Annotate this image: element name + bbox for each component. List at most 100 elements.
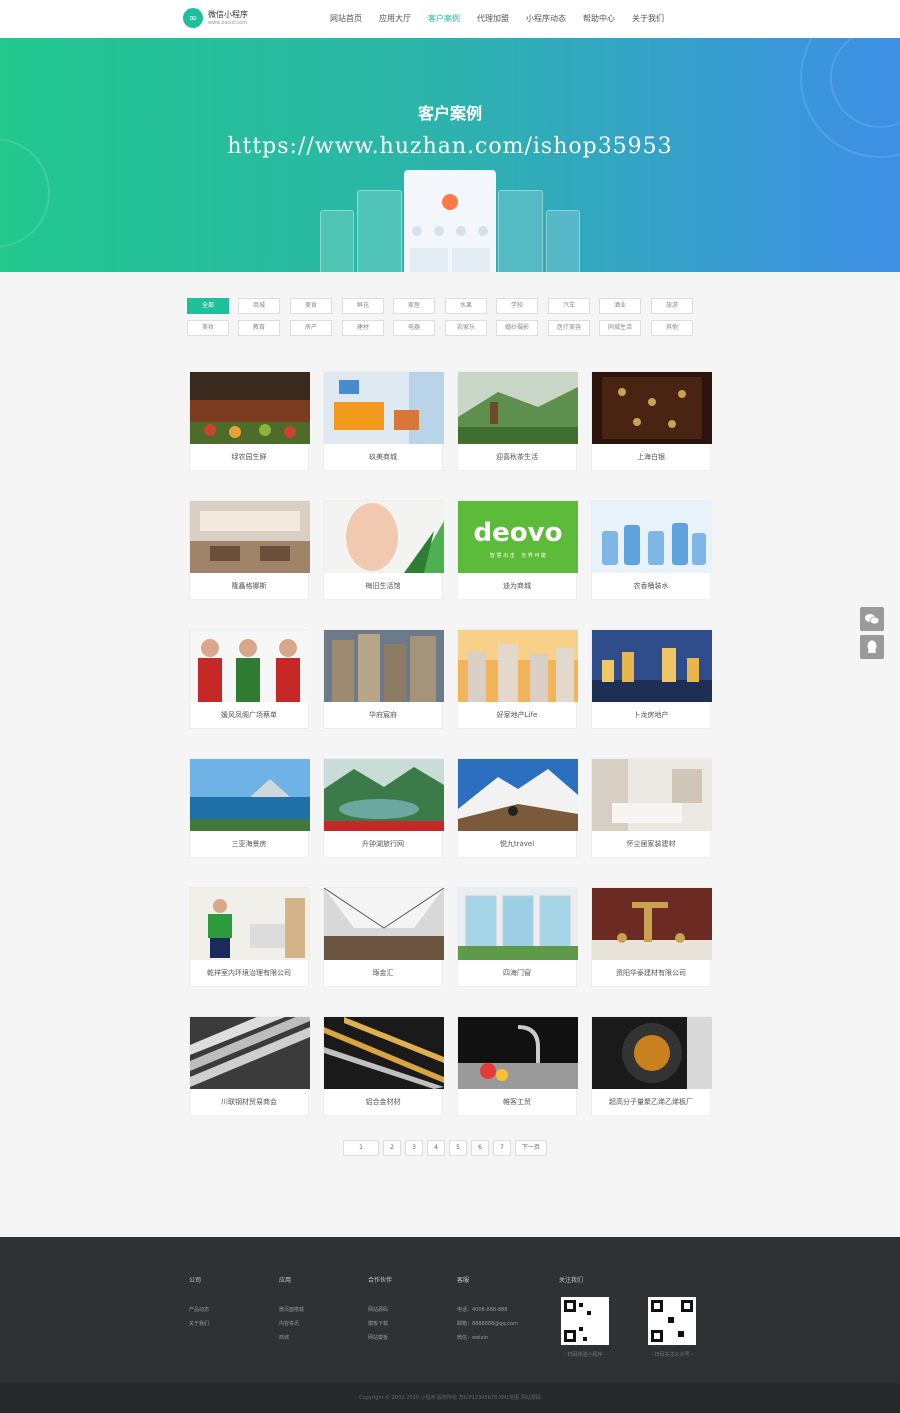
case-card[interactable]: 乾祥室内环境治理有限公司 (189, 887, 310, 987)
main-nav: 网站首页 应用大厅 客户案例 代理加盟 小程序动态 帮助中心 关于我们 (330, 0, 681, 38)
case-image (324, 1017, 444, 1089)
footer-link[interactable]: 网站源码 (368, 1303, 392, 1317)
case-image (592, 888, 712, 960)
filter-tag[interactable]: 美妆 (187, 320, 229, 336)
filter-tag[interactable]: 旅游 (651, 298, 693, 314)
case-card[interactable]: 迎喜秋茶生活 (457, 371, 578, 471)
case-card[interactable]: 上海白银 (591, 371, 712, 471)
case-card[interactable]: 农香桶装水 (591, 500, 712, 600)
case-image (324, 888, 444, 960)
page-button[interactable]: 3 (405, 1140, 423, 1156)
filter-tag[interactable]: 同城生活 (599, 320, 641, 336)
filter-tag[interactable]: 其他 (651, 320, 693, 336)
svg-text:智 慧 出 击 无 界 可 能: 智 慧 出 击 无 界 可 能 (490, 552, 546, 559)
footer-link[interactable]: 关于我们 (189, 1317, 209, 1331)
case-card[interactable]: 三亚海景房 (189, 758, 310, 858)
case-card[interactable]: 好家地产Life (457, 629, 578, 729)
page-button[interactable]: 2 (383, 1140, 401, 1156)
footer-link[interactable]: 内容资讯 (279, 1317, 304, 1331)
case-card[interactable]: 绿农园生鲜 (189, 371, 310, 471)
footer-link[interactable]: 网站模板 (368, 1331, 392, 1345)
filter-tag[interactable]: 鲜花 (342, 298, 384, 314)
filter-tag[interactable]: 建材 (342, 320, 384, 336)
case-name: 隆鑫格娜斯 (231, 582, 267, 590)
case-image (190, 1017, 310, 1089)
filter-tag[interactable]: 电器 (393, 320, 435, 336)
filter-tag[interactable]: 商城 (238, 298, 280, 314)
filter-tag[interactable]: 婚纱摄影 (496, 320, 538, 336)
filter-tag[interactable]: 教育 (238, 320, 280, 336)
case-card[interactable]: 梅旧生活馆 (323, 500, 444, 600)
footer-email: 邮箱：8888888@qq.com (457, 1321, 518, 1327)
footer-col-partners: 合作伙伴 网站源码 模板下载 网站模板 (368, 1275, 392, 1345)
site-footer: 公司 产品动态 关于我们 应用 微页面搭载 内容资讯 商城 合作伙伴 网站源码 … (0, 1237, 900, 1383)
filter-tag[interactable]: 汽车 (548, 298, 590, 314)
page-button[interactable]: 6 (471, 1140, 489, 1156)
page-button[interactable]: 5 (449, 1140, 467, 1156)
case-image (324, 759, 444, 831)
case-card[interactable]: 媛风凤阁广场蔡单 (189, 629, 310, 729)
qr-caption: - 扫码关注公众号 - (651, 1352, 693, 1358)
next-page-button[interactable]: 下一页 (515, 1140, 547, 1156)
footer-wechat: 微信：weixin (457, 1335, 489, 1341)
nav-cases[interactable]: 客户案例 (428, 0, 460, 38)
copyright-text: Copyright © 2002-2020 小程序 版权所有 苏ICP12345… (359, 1395, 541, 1401)
case-card[interactable]: 卜龙房地产 (591, 629, 712, 729)
filter-tag[interactable]: 农家乐 (445, 320, 487, 336)
case-image (458, 888, 578, 960)
case-card[interactable]: 四海门窗 (457, 887, 578, 987)
filter-tag[interactable]: 美食 (290, 298, 332, 314)
case-image (458, 1017, 578, 1089)
case-card[interactable]: 超高分子量聚乙烯乙烯板厂 (591, 1016, 712, 1116)
page-button[interactable]: 1 (343, 1140, 379, 1156)
case-card[interactable]: 悦九travel (457, 758, 578, 858)
case-card[interactable]: 帷客工贸 (457, 1016, 578, 1116)
footer-link[interactable]: 微页面搭载 (279, 1303, 304, 1317)
case-image (458, 372, 578, 444)
nav-about[interactable]: 关于我们 (632, 0, 664, 38)
pagination: 1 2 3 4 5 6 7 下一页 (343, 1140, 551, 1156)
qq-icon[interactable] (860, 635, 884, 659)
page-button[interactable]: 4 (427, 1140, 445, 1156)
case-card[interactable]: 隆鑫格娜斯 (189, 500, 310, 600)
case-card[interactable]: 升钟湖旅行网 (323, 758, 444, 858)
case-image (190, 372, 310, 444)
case-card[interactable]: 怀尘居家装建材 (591, 758, 712, 858)
case-card[interactable]: deovo 智 慧 出 击 无 界 可 能 迪为商城 (457, 500, 578, 600)
case-card[interactable]: 玖美商城 (323, 371, 444, 471)
nav-home[interactable]: 网站首页 (330, 0, 362, 38)
nav-news[interactable]: 小程序动态 (526, 0, 566, 38)
footer-link[interactable]: 模板下载 (368, 1317, 392, 1331)
filter-tag[interactable]: 酒业 (599, 298, 641, 314)
page-title: 客户案例 (417, 104, 482, 123)
footer-phone: 电话：4008-888-888 (457, 1307, 508, 1313)
filter-tag[interactable]: 医疗美容 (548, 320, 590, 336)
case-image (458, 759, 578, 831)
nav-apps[interactable]: 应用大厅 (379, 0, 411, 38)
hero-banner: 客户案例 https://www.huzhan.com/ishop35953 (0, 38, 900, 272)
filter-tag[interactable]: 全部 (187, 298, 229, 314)
site-logo[interactable]: ∞ 微信小程序 www.baisd.com (183, 8, 248, 28)
case-name: 乾祥室内环境治理有限公司 (207, 969, 291, 977)
case-name: 帷客工贸 (503, 1098, 531, 1106)
filter-tag[interactable]: 水果 (445, 298, 487, 314)
case-image (190, 888, 310, 960)
case-card[interactable]: 铝合金材材 (323, 1016, 444, 1116)
case-card[interactable]: 琢金汇 (323, 887, 444, 987)
filter-tag[interactable]: 房产 (290, 320, 332, 336)
case-card[interactable]: 华府宸府 (323, 629, 444, 729)
footer-link[interactable]: 商城 (279, 1331, 304, 1345)
nav-help[interactable]: 帮助中心 (583, 0, 615, 38)
case-image (592, 372, 712, 444)
case-card[interactable]: 资阳华泰建材有限公司 (591, 887, 712, 987)
case-image (190, 630, 310, 702)
page-button[interactable]: 7 (493, 1140, 511, 1156)
footer-link[interactable]: 产品动态 (189, 1303, 209, 1317)
case-name: 迪为商城 (503, 582, 531, 590)
nav-agent[interactable]: 代理加盟 (477, 0, 509, 38)
case-card[interactable]: 川联钢材贸易商会 (189, 1016, 310, 1116)
filter-tag[interactable]: 学校 (496, 298, 538, 314)
wechat-icon[interactable] (860, 607, 884, 631)
filter-tag[interactable]: 家居 (393, 298, 435, 314)
case-name: 上海白银 (637, 453, 665, 461)
